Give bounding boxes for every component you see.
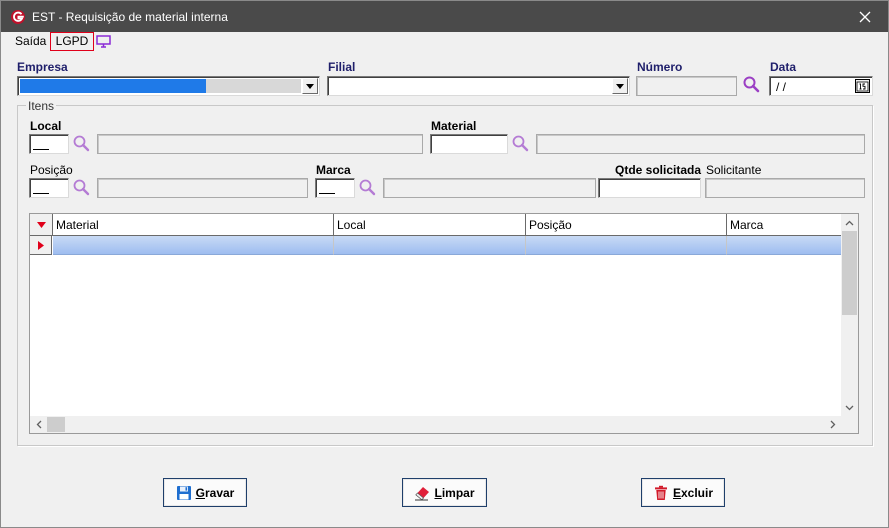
grid-vertical-scrollbar[interactable] <box>841 214 858 416</box>
local-cursor <box>33 149 49 150</box>
grid-header: Material Local Posição Marca <box>30 214 841 236</box>
posicao-cursor <box>33 193 49 194</box>
close-icon <box>859 11 871 22</box>
scroll-left-icon[interactable] <box>30 416 47 433</box>
solicitante-field[interactable] <box>705 178 865 198</box>
numero-label: Número <box>637 60 683 74</box>
itens-group-title: Itens <box>26 99 57 113</box>
row-cell-marca[interactable] <box>727 236 841 255</box>
row-cell-material[interactable] <box>53 236 334 255</box>
posicao-code-field[interactable] <box>29 178 69 198</box>
empresa-selected-value <box>20 79 206 93</box>
requisicao-window: EST - Requisição de material interna Saí… <box>0 0 889 528</box>
empresa-combo[interactable] <box>17 76 320 96</box>
scroll-down-icon[interactable] <box>841 399 858 416</box>
marca-cursor <box>319 193 335 194</box>
menu-saida[interactable]: Saída <box>15 34 46 48</box>
solicitante-label: Solicitante <box>706 163 762 177</box>
gravar-button[interactable]: Gravar <box>163 478 247 507</box>
search-icon[interactable] <box>742 75 761 94</box>
limpar-button[interactable]: Limpar <box>402 478 487 507</box>
trash-icon <box>654 485 667 500</box>
excluir-button[interactable]: Excluir <box>641 478 725 507</box>
eraser-icon <box>415 486 430 500</box>
grid-header-indicator[interactable] <box>30 214 53 235</box>
local-description-field[interactable] <box>97 134 423 154</box>
filial-label: Filial <box>328 60 356 74</box>
local-search-icon[interactable] <box>72 134 91 153</box>
data-field[interactable]: / / <box>769 76 873 96</box>
chevron-down-icon <box>306 83 314 89</box>
horizontal-scroll-thumb[interactable] <box>47 417 65 432</box>
posicao-search-icon[interactable] <box>72 178 91 197</box>
grid-column-local[interactable]: Local <box>334 214 526 235</box>
row-cell-local[interactable] <box>334 236 526 255</box>
vertical-scroll-thumb[interactable] <box>842 231 857 315</box>
window-title: EST - Requisição de material interna <box>32 10 228 24</box>
row-pointer-icon <box>37 240 44 250</box>
empresa-value-remainder <box>206 79 301 93</box>
empresa-dropdown-button[interactable] <box>302 78 318 94</box>
menu-lgpd[interactable]: LGPD <box>50 32 94 51</box>
material-description-field[interactable] <box>536 134 865 154</box>
empresa-label: Empresa <box>17 60 68 74</box>
local-label: Local <box>30 119 62 133</box>
marca-label: Marca <box>316 163 351 177</box>
posicao-label: Posição <box>30 163 73 177</box>
row-indicator[interactable] <box>30 236 52 255</box>
posicao-description-field[interactable] <box>97 178 308 198</box>
scroll-right-icon[interactable] <box>824 416 841 433</box>
material-search-icon[interactable] <box>511 134 530 153</box>
app-logo-icon <box>11 10 25 24</box>
qtde-solicitada-label: Qtde solicitada <box>615 163 702 177</box>
filial-dropdown-button[interactable] <box>612 78 628 94</box>
calendar-icon[interactable] <box>855 79 870 93</box>
monitor-icon[interactable] <box>96 35 111 48</box>
excluir-button-label: Excluir <box>672 485 714 500</box>
grid-column-material[interactable]: Material <box>53 214 334 235</box>
scrollbar-corner <box>841 416 858 433</box>
numero-field[interactable] <box>636 76 737 96</box>
grid-horizontal-scrollbar[interactable] <box>30 416 841 433</box>
row-cell-posicao[interactable] <box>526 236 727 255</box>
gravar-button-label: Gravar <box>195 485 235 500</box>
data-label: Data <box>770 60 797 74</box>
scroll-up-icon[interactable] <box>841 214 858 231</box>
floppy-disk-icon <box>176 485 191 500</box>
chevron-down-icon <box>616 83 624 89</box>
menu-bar: Saída LGPD <box>1 32 888 52</box>
close-button[interactable] <box>842 1 888 32</box>
title-bar: EST - Requisição de material interna <box>1 1 888 32</box>
grid-column-marca[interactable]: Marca <box>727 214 841 235</box>
limpar-button-label: Limpar <box>434 485 475 500</box>
grid-column-posicao[interactable]: Posição <box>526 214 727 235</box>
itens-grid[interactable]: Material Local Posição Marca <box>29 213 859 434</box>
data-value: / / <box>776 80 787 94</box>
marca-description-field[interactable] <box>383 178 596 198</box>
material-label: Material <box>431 119 477 133</box>
material-code-field[interactable] <box>430 134 508 154</box>
marca-search-icon[interactable] <box>358 178 377 197</box>
sort-down-icon <box>36 221 46 228</box>
table-row[interactable] <box>30 236 841 255</box>
qtde-solicitada-field[interactable] <box>598 178 701 198</box>
filial-combo[interactable] <box>327 76 630 96</box>
local-code-field[interactable] <box>29 134 69 154</box>
marca-code-field[interactable] <box>315 178 355 198</box>
